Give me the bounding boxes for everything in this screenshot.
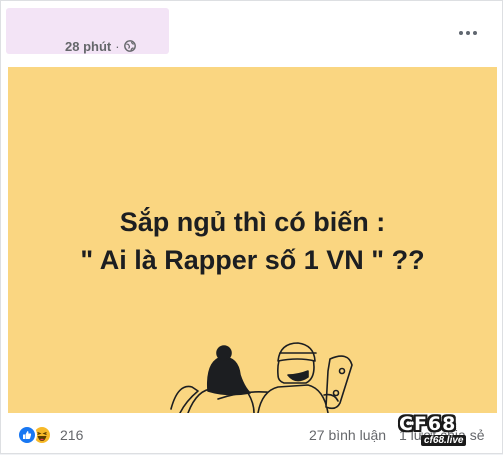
meta-separator: · (115, 38, 120, 54)
post-meta: 28 phút · (65, 38, 136, 54)
comments-count[interactable]: 27 bình luận (309, 427, 386, 443)
watermark-logo-text: CF68 (399, 413, 457, 435)
illustration-two-people (170, 342, 353, 413)
more-horizontal-icon[interactable] (454, 23, 482, 43)
post-card: 28 phút · Sắp ngủ thì có biến : " Ai là … (0, 0, 503, 454)
reaction-count: 216 (60, 427, 84, 443)
caption-line-1: Sắp ngủ thì có biến : (119, 207, 386, 237)
watermark-site: cf68.live (421, 435, 467, 446)
reactions-summary[interactable]: 216 (17, 425, 83, 445)
image-caption: Sắp ngủ thì có biến : " Ai là Rapper số … (8, 203, 497, 279)
post-image[interactable]: Sắp ngủ thì có biến : " Ai là Rapper số … (8, 67, 497, 413)
post-header: 28 phút · (1, 1, 503, 65)
watermark-logo: CF68 cf68.live (399, 413, 481, 447)
caption-line-2: " Ai là Rapper số 1 VN " ?? (80, 245, 425, 275)
like-icon (17, 425, 37, 445)
post-timestamp[interactable]: 28 phút (65, 39, 111, 54)
globe-icon (123, 40, 136, 52)
